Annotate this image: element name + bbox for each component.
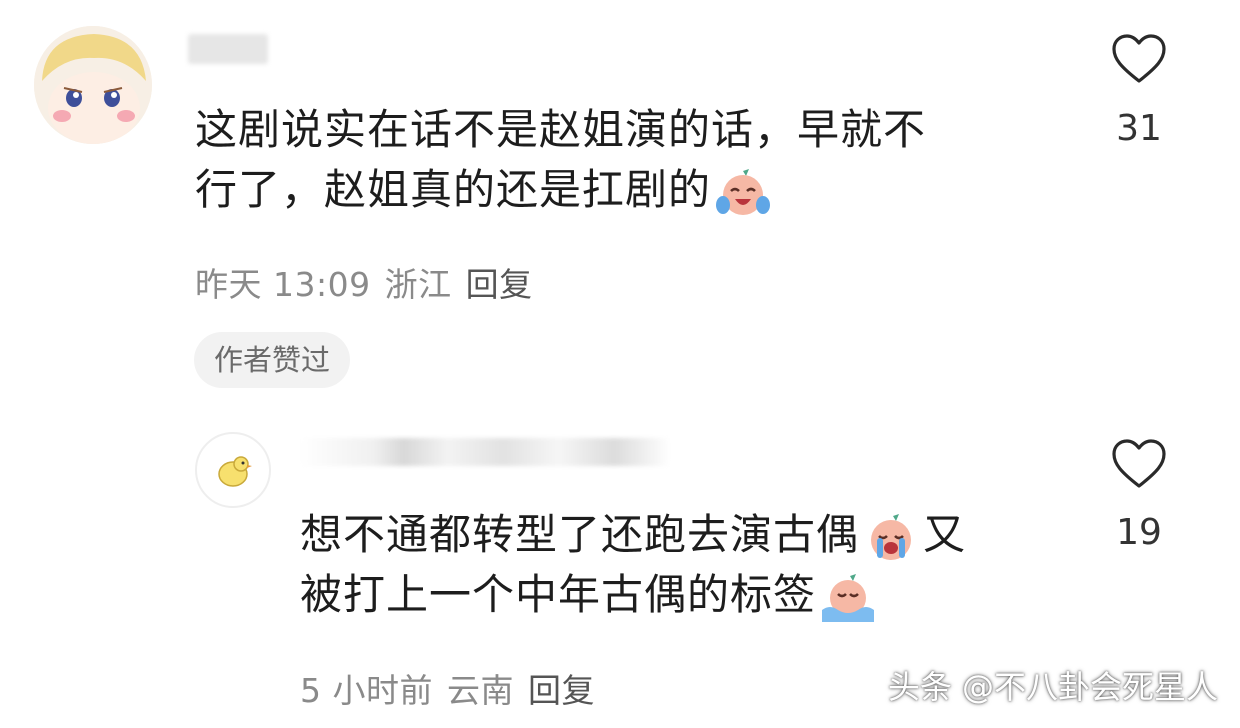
comment-line-text: 又 [923,510,967,559]
comment-line: 想不通都转型了还跑去演古偶 又 [300,505,1080,565]
reply-button[interactable]: 回复 [466,265,533,304]
comment-line-text: 想不通都转型了还跑去演古偶 [300,510,860,559]
laugh-cry-emoji-icon [716,168,771,215]
comment-line: 行了，赵姐真的还是扛剧的 [195,160,1055,220]
avatar[interactable] [195,432,271,508]
like-count: 19 [1116,512,1162,553]
reply-button[interactable]: 回复 [528,671,595,710]
comment-meta: 5 小时前 云南 回复 [300,664,609,712]
watermark: 头条 @不八卦会死星人 [887,668,1218,706]
comment-time: 昨天 13:09 [195,265,371,304]
comment-line-text: 行了，赵姐真的还是扛剧的 [195,165,712,214]
crying-emoji-icon [871,513,912,560]
comment-time: 5 小时前 [300,671,433,710]
tears-flood-emoji-icon [822,573,875,622]
comment-text: 想不通都转型了还跑去演古偶 又 被打上一个中年古偶的标签 [300,505,1080,625]
avatar-image [218,456,252,487]
comment-line-text: 被打上一个中年古偶的标签 [300,570,817,619]
like-count: 31 [1116,108,1162,149]
comment-text: 这剧说实在话不是赵姐演的话，早就不 行了，赵姐真的还是扛剧的 [195,100,1055,220]
avatar[interactable] [34,26,152,144]
username-redacted[interactable] [188,34,268,64]
comment-line: 被打上一个中年古偶的标签 [300,565,1080,625]
heart-outline-icon[interactable] [1111,438,1167,490]
comment-location: 云南 [447,671,514,710]
heart-outline-icon[interactable] [1111,33,1167,85]
comment-line: 这剧说实在话不是赵姐演的话，早就不 [195,105,927,154]
avatar-image [34,26,152,144]
comment-meta: 昨天 13:09 浙江 回复 [195,258,547,306]
author-liked-badge: 作者赞过 [194,332,351,388]
username-redacted[interactable] [300,438,670,466]
comment-location: 浙江 [384,265,452,304]
